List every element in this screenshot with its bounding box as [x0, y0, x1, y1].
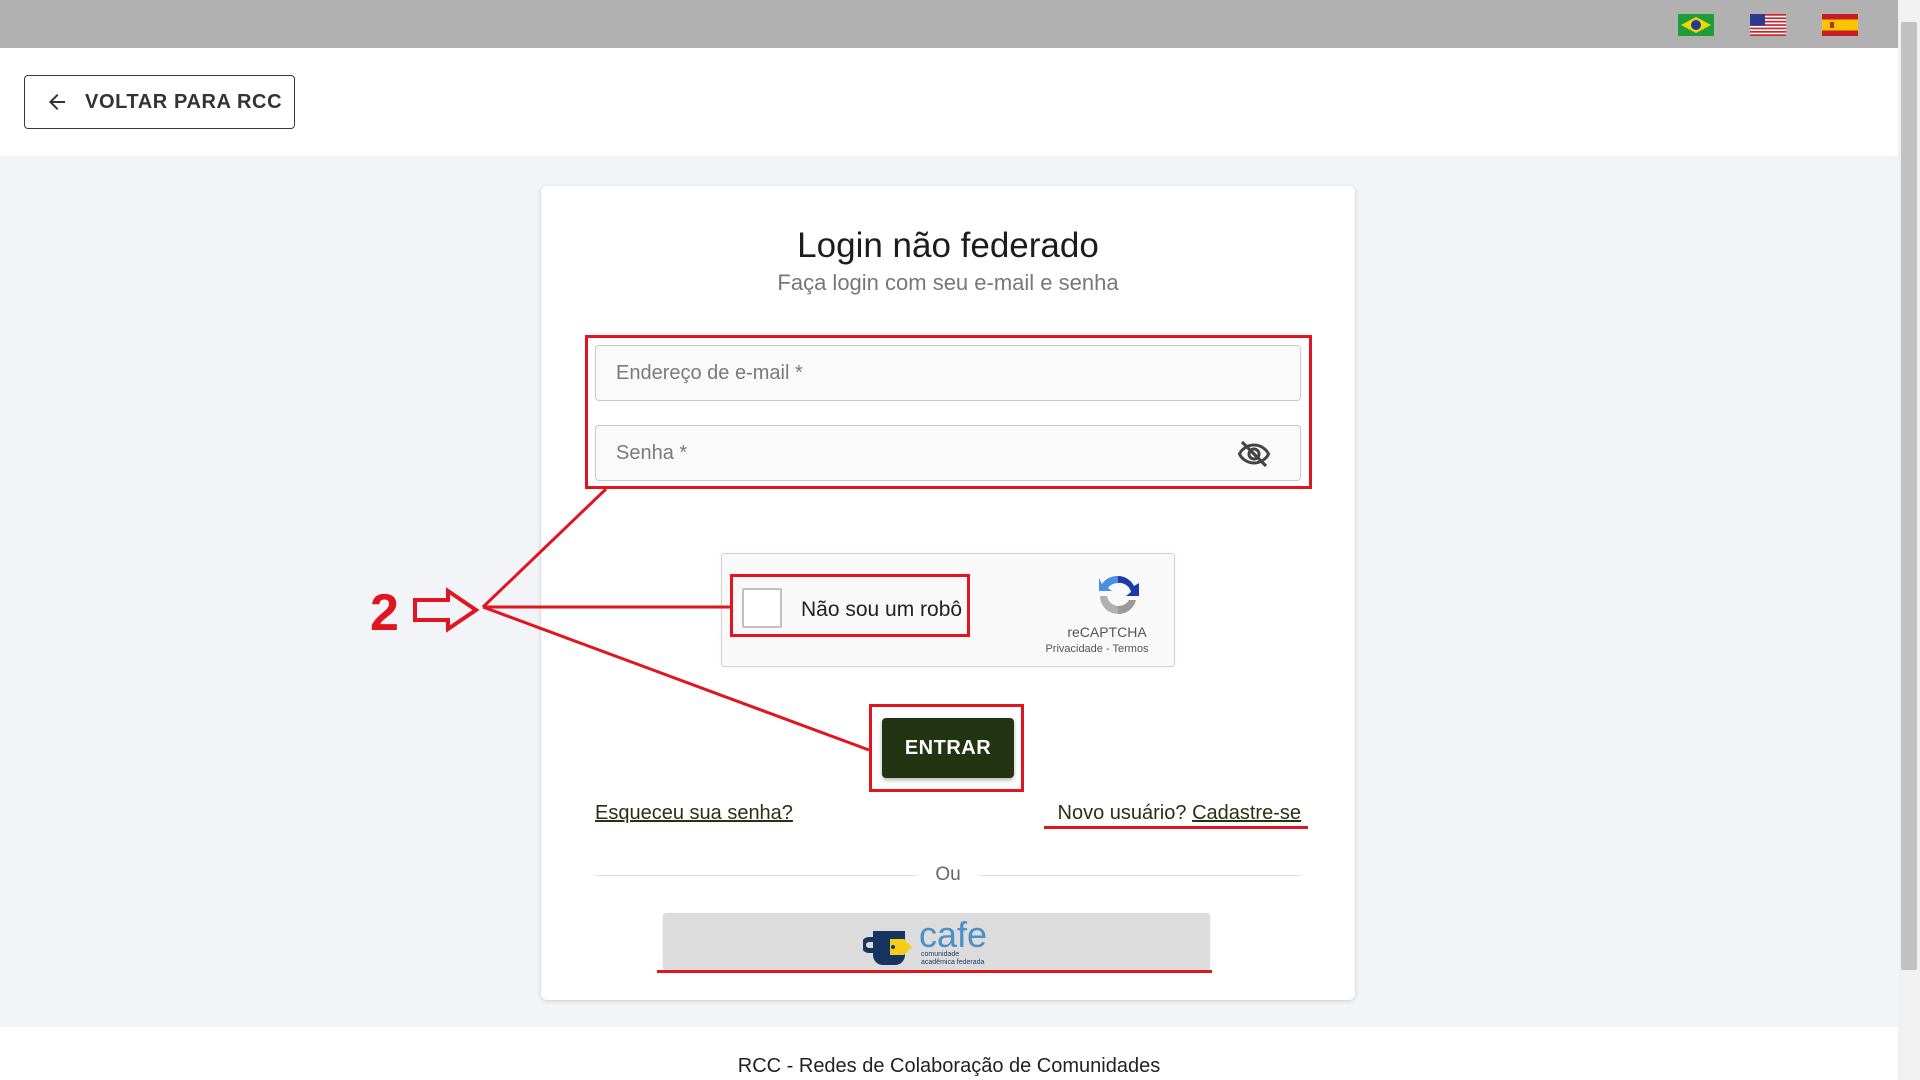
divider-left: [595, 875, 917, 876]
new-user-prefix: Novo usuário?: [1057, 802, 1193, 824]
flag-spain-icon[interactable]: [1822, 14, 1858, 36]
recaptcha-logo-icon: [1092, 570, 1144, 618]
page-scrollbar[interactable]: [1898, 0, 1920, 1080]
new-user-text: Novo usuário? Cadastre-se: [1058, 802, 1301, 825]
recaptcha-links: Privacidade - Termos: [1022, 643, 1172, 655]
login-title: Login não federado: [797, 226, 1099, 265]
flag-brazil-icon[interactable]: [1678, 14, 1714, 36]
annotation-box-captcha: [730, 574, 970, 637]
cafe-mug-icon: [863, 923, 917, 967]
flag-usa-icon[interactable]: [1750, 14, 1786, 36]
annotation-step-number: 2: [370, 584, 399, 642]
annotation-box-credentials: [585, 335, 1312, 489]
cafe-login-button[interactable]: cafe comunidade acadêmica federada: [663, 913, 1210, 970]
recaptcha-separator: -: [1102, 643, 1113, 655]
login-subtitle: Faça login com seu e-mail e senha: [777, 270, 1119, 295]
register-link[interactable]: Cadastre-se: [1192, 802, 1301, 824]
annotation-underline-cafe: [657, 970, 1212, 973]
recaptcha-brand: reCAPTCHA: [1067, 624, 1147, 640]
divider-label: Ou: [935, 864, 961, 885]
cafe-logo-tagline: comunidade acadêmica federada: [921, 951, 1011, 967]
recaptcha-terms-link[interactable]: Termos: [1113, 643, 1149, 655]
arrow-left-icon: [45, 90, 69, 114]
page-header: VOLTAR PARA RCC: [0, 48, 1898, 156]
recaptcha-privacy-link[interactable]: Privacidade: [1045, 643, 1102, 655]
annotation-arrow-icon: [413, 587, 480, 633]
back-button-label: VOLTAR PARA RCC: [85, 90, 283, 113]
cafe-logo-word: cafe: [919, 914, 988, 955]
top-bar: [0, 0, 1898, 48]
cafe-tagline-line2: acadêmica federada: [921, 959, 985, 966]
forgot-password-link[interactable]: Esqueceu sua senha?: [595, 802, 793, 825]
footer-text: RCC - Redes de Colaboração de Comunidade…: [737, 1055, 1161, 1077]
cafe-tagline-line1: comunidade: [921, 951, 960, 958]
page-footer: RCC - Redes de Colaboração de Comunidade…: [0, 1027, 1898, 1080]
back-to-rcc-button[interactable]: VOLTAR PARA RCC: [24, 75, 295, 129]
divider-right: [979, 875, 1301, 876]
annotation-underline-register: [1044, 826, 1308, 829]
annotation-box-submit: [869, 704, 1024, 792]
scrollbar-thumb[interactable]: [1901, 22, 1917, 970]
